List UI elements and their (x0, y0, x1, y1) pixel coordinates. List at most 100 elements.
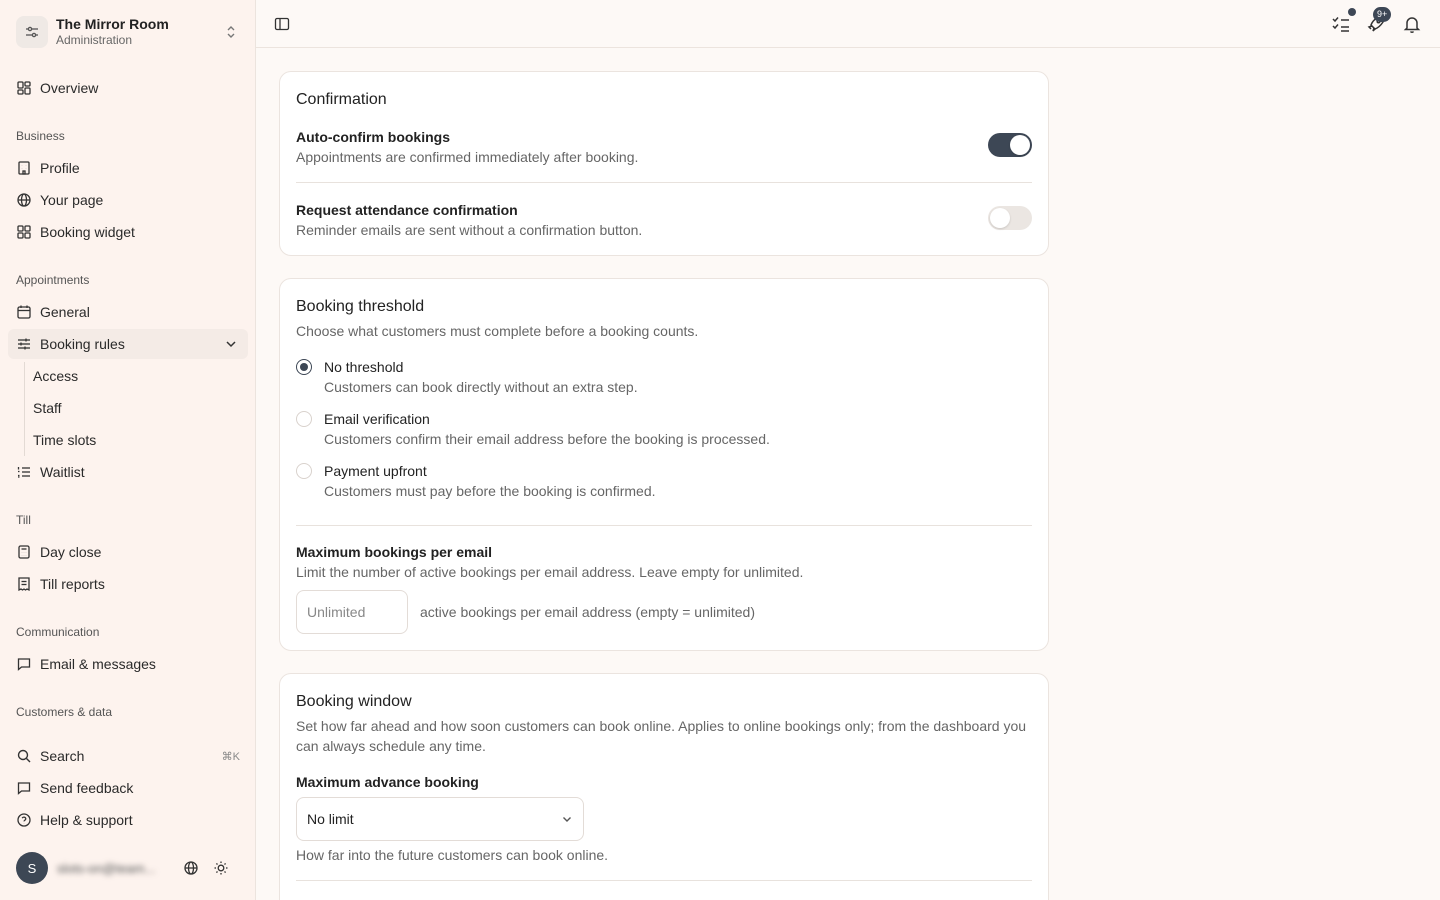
search-shortcut: ⌘K (221, 750, 240, 763)
auto-confirm-toggle[interactable] (988, 133, 1032, 157)
submenu-line (24, 362, 25, 456)
group-label-appointments: Appointments (16, 273, 90, 287)
search-icon (16, 748, 32, 764)
radio-no-threshold[interactable] (296, 359, 312, 375)
sidebar-toggle-icon[interactable] (274, 16, 290, 32)
building-icon (16, 160, 32, 176)
select-value: No limit (307, 811, 354, 827)
booking-threshold-card: Booking threshold Choose what customers … (279, 278, 1049, 651)
card-description: Choose what customers must complete befo… (296, 323, 699, 339)
calculator-icon (16, 544, 32, 560)
avatar[interactable]: S (16, 852, 48, 884)
sidebar-item-label: Overview (40, 80, 99, 96)
sidebar-item-help-support[interactable]: Help & support (8, 805, 248, 835)
auto-confirm-title: Auto-confirm bookings (296, 129, 450, 145)
max-advance-select[interactable]: No limit (296, 797, 584, 841)
card-title: Booking threshold (296, 298, 425, 315)
topbar: 9+ (256, 0, 1440, 48)
sun-icon[interactable] (213, 860, 229, 876)
max-bookings-title: Maximum bookings per email (296, 544, 493, 560)
sliders-icon (16, 336, 32, 352)
radio-label: Email verification (324, 411, 430, 427)
chevron-down-icon (224, 337, 238, 351)
sidebar-subitem-staff[interactable]: Staff (33, 393, 62, 423)
max-bookings-desc: Limit the number of active bookings per … (296, 564, 804, 580)
attendance-confirmation-toggle[interactable] (988, 206, 1032, 230)
grid-icon (16, 224, 32, 240)
sidebar-subitem-access[interactable]: Access (33, 361, 78, 391)
sidebar-item-waitlist[interactable]: Waitlist (8, 457, 248, 487)
sidebar-item-booking-widget[interactable]: Booking widget (8, 217, 248, 247)
org-subtitle: Administration (56, 33, 133, 47)
group-label-till: Till (16, 513, 31, 527)
card-description: Set how far ahead and how soon customers… (296, 718, 1027, 754)
radio-description: Customers must pay before the booking is… (324, 483, 656, 499)
updates-count-badge: 9+ (1373, 7, 1392, 22)
divider (296, 525, 1032, 526)
org-name: The Mirror Room (56, 16, 169, 32)
sidebar-item-your-page[interactable]: Your page (8, 185, 248, 215)
radio-description: Customers confirm their email address be… (324, 431, 770, 447)
sidebar-item-booking-rules[interactable]: Booking rules (8, 329, 248, 359)
sidebar-item-label: Profile (40, 160, 80, 176)
group-label-customers: Customers & data (16, 705, 113, 719)
radio-email-verification[interactable] (296, 411, 312, 427)
divider (296, 880, 1032, 881)
confirmation-card: Confirmation Auto-confirm bookings Appoi… (279, 71, 1049, 256)
sidebar-item-label: Booking rules (40, 336, 125, 352)
receipt-icon (16, 576, 32, 592)
chevrons-up-down-icon (224, 25, 238, 39)
auto-confirm-desc: Appointments are confirmed immediately a… (296, 149, 639, 165)
list-ordered-icon (16, 464, 32, 480)
radio-payment-upfront[interactable] (296, 463, 312, 479)
sidebar-item-label: Send feedback (40, 780, 134, 796)
sidebar: The Mirror Room Administration Overview … (0, 0, 256, 900)
org-logo-icon (16, 16, 48, 48)
chevron-down-icon (561, 813, 573, 825)
attendance-confirmation-title: Request attendance confirmation (296, 202, 518, 218)
sidebar-item-search[interactable]: Search ⌘K (8, 741, 248, 771)
group-label-business: Business (16, 129, 65, 143)
max-bookings-suffix: active bookings per email address (empty… (420, 604, 755, 620)
sidebar-item-email-messages[interactable]: Email & messages (8, 649, 248, 679)
sidebar-item-day-close[interactable]: Day close (8, 537, 248, 567)
sidebar-item-label: Booking widget (40, 224, 135, 240)
sidebar-item-label: Email & messages (40, 656, 156, 672)
globe-icon[interactable] (183, 860, 199, 876)
message-square-icon (16, 780, 32, 796)
radio-label: No threshold (324, 359, 404, 375)
attendance-confirmation-desc: Reminder emails are sent without a confi… (296, 222, 643, 238)
tasks-checklist-icon[interactable] (1331, 14, 1351, 34)
sidebar-item-label: Waitlist (40, 464, 85, 480)
sidebar-item-till-reports[interactable]: Till reports (8, 569, 248, 599)
sidebar-item-overview[interactable]: Overview (8, 73, 248, 103)
max-bookings-input[interactable] (296, 590, 408, 634)
sidebar-item-label: Search (40, 748, 85, 764)
sidebar-item-label: Day close (40, 544, 102, 560)
sidebar-item-label: General (40, 304, 90, 320)
sidebar-item-general[interactable]: General (8, 297, 248, 327)
dashboard-icon (16, 80, 32, 96)
radio-description: Customers can book directly without an e… (324, 379, 638, 395)
sidebar-item-send-feedback[interactable]: Send feedback (8, 773, 248, 803)
user-menu[interactable]: S slots-on@team... (16, 852, 246, 884)
sidebar-item-profile[interactable]: Profile (8, 153, 248, 183)
globe-icon (16, 192, 32, 208)
tasks-indicator-dot (1348, 8, 1356, 16)
sidebar-item-label: Your page (40, 192, 104, 208)
booking-window-card: Booking window Set how far ahead and how… (279, 673, 1049, 900)
calendar-icon (16, 304, 32, 320)
user-email: slots-on@team... (57, 860, 156, 876)
max-advance-hint: How far into the future customers can bo… (296, 847, 609, 863)
sidebar-subitem-time-slots[interactable]: Time slots (33, 425, 96, 455)
radio-label: Payment upfront (324, 463, 427, 479)
help-circle-icon (16, 812, 32, 828)
max-advance-title: Maximum advance booking (296, 774, 479, 790)
card-title: Booking window (296, 693, 412, 710)
card-title: Confirmation (296, 91, 387, 108)
divider (296, 182, 1032, 183)
sidebar-item-label: Help & support (40, 812, 133, 828)
bell-icon[interactable] (1402, 14, 1422, 34)
group-label-communication: Communication (16, 625, 100, 639)
org-switcher[interactable]: The Mirror Room Administration (16, 15, 246, 49)
